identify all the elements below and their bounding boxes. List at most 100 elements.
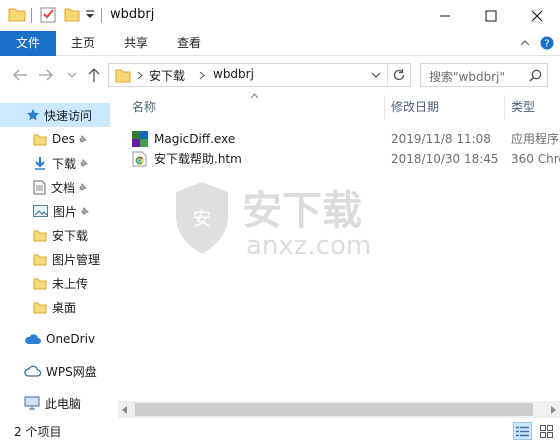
- file-name: 安下载帮助.htm: [154, 152, 242, 166]
- file-row[interactable]: 安下载帮助.htm 2018/10/30 18:45 360 Chro: [118, 149, 560, 169]
- column-divider[interactable]: [384, 95, 385, 120]
- maximize-icon[interactable]: [468, 0, 514, 31]
- address-divider: [387, 64, 388, 86]
- nav-item-onedrive[interactable]: OneDriv: [0, 327, 112, 351]
- file-modified-date: 2018/10/30 18:45: [391, 152, 499, 166]
- nav-item-label: WPS网盘: [46, 364, 97, 379]
- breadcrumb-segment[interactable]: wbdbrj: [213, 67, 254, 81]
- nav-item-wps-drive[interactable]: WPS网盘: [0, 359, 112, 383]
- address-history-dropdown-icon[interactable]: [371, 72, 381, 79]
- folder-icon: [33, 301, 47, 314]
- document-icon: [33, 180, 46, 195]
- search-placeholder: 搜索"wbdbrj": [429, 70, 505, 84]
- nav-item-label: 下载: [52, 156, 77, 171]
- picture-icon: [33, 205, 48, 217]
- new-folder-icon[interactable]: [64, 6, 80, 22]
- nav-item-label: 桌面: [52, 300, 77, 315]
- nav-item-pictures[interactable]: 图片: [0, 199, 112, 223]
- folder-icon: [33, 229, 47, 242]
- recent-locations-chevron-icon[interactable]: [62, 65, 82, 85]
- scroll-right-icon[interactable]: [550, 406, 556, 414]
- nav-item-label: 快速访问: [44, 108, 93, 123]
- back-arrow-icon[interactable]: [10, 65, 30, 85]
- breadcrumb-chevron-icon[interactable]: [199, 71, 205, 80]
- column-header-type[interactable]: 类型: [511, 95, 535, 120]
- toolbar-separator: [31, 8, 32, 23]
- nav-item-label: 图片管理: [52, 252, 101, 267]
- close-icon[interactable]: [514, 0, 560, 31]
- refresh-icon[interactable]: [392, 68, 406, 82]
- column-header-modified[interactable]: 修改日期: [391, 95, 439, 120]
- svg-text:安: 安: [193, 209, 211, 230]
- nav-pane-scrollbar[interactable]: [110, 95, 118, 418]
- address-bar[interactable]: 安下载 wbdbrj: [108, 63, 411, 87]
- nav-item-quick-access[interactable]: 快速访问: [0, 103, 112, 127]
- column-header-name[interactable]: 名称: [132, 95, 156, 120]
- tab-share[interactable]: 共享: [112, 31, 160, 56]
- tab-view[interactable]: 查看: [165, 31, 213, 56]
- properties-icon[interactable]: [40, 6, 56, 23]
- nav-item-label: 安下载: [52, 228, 89, 243]
- tab-file[interactable]: 文件: [0, 31, 56, 56]
- navigation-pane: 快速访问 Des 下载 文档 图片 安下载 图片管理 未上传 桌面 OneDri…: [0, 95, 112, 417]
- folder-icon: [33, 253, 47, 266]
- horizontal-scrollbar[interactable]: [118, 401, 560, 418]
- nav-item-label: 此电脑: [45, 396, 82, 411]
- nav-item-label: 未上传: [52, 276, 89, 291]
- nav-item-label: 图片: [53, 204, 78, 219]
- minimize-icon[interactable]: [422, 0, 468, 31]
- search-icon[interactable]: [529, 69, 542, 82]
- tab-home[interactable]: 主页: [59, 31, 107, 56]
- watermark-logo: 安 安下载 anxz.com: [172, 180, 402, 260]
- help-icon[interactable]: ?: [540, 36, 554, 50]
- folder-icon: [33, 133, 47, 146]
- star-icon: [26, 108, 40, 122]
- pin-icon: [78, 182, 87, 192]
- window-title: wbdbrj: [110, 7, 155, 22]
- file-row[interactable]: MagicDiff.exe 2019/11/8 11:08 应用程序: [118, 129, 560, 149]
- pin-icon: [80, 206, 89, 216]
- item-count: 2 个项目: [14, 425, 62, 439]
- cloud-icon: [24, 333, 41, 345]
- nav-item-label: Des: [52, 132, 75, 146]
- forward-arrow-icon[interactable]: [36, 65, 56, 85]
- nav-item-documents[interactable]: 文档: [0, 175, 112, 199]
- breadcrumb-chevron-icon[interactable]: [137, 71, 143, 80]
- nav-item-anxiazai[interactable]: 安下载: [0, 223, 112, 247]
- ribbon-expand-icon[interactable]: [520, 39, 530, 47]
- folder-icon: [33, 277, 47, 290]
- watermark-text: 安下载: [242, 188, 362, 234]
- large-icons-view-icon[interactable]: [537, 423, 555, 440]
- breadcrumb-segment[interactable]: 安下载: [149, 67, 185, 84]
- nav-item-picture-manager[interactable]: 图片管理: [0, 247, 112, 271]
- folder-icon: [8, 6, 26, 22]
- pin-icon: [79, 158, 88, 168]
- scrollbar-thumb[interactable]: [135, 403, 533, 416]
- nav-item-not-uploaded[interactable]: 未上传: [0, 271, 112, 295]
- details-view-icon[interactable]: [513, 422, 532, 440]
- folder-icon: [115, 68, 131, 83]
- title-bar: wbdbrj: [0, 0, 560, 31]
- exe-icon: [132, 131, 148, 147]
- address-row: 安下载 wbdbrj 搜索"wbdbrj": [0, 57, 560, 93]
- pin-icon: [78, 134, 87, 144]
- nav-item-desktop[interactable]: 桌面: [0, 295, 112, 319]
- svg-text:?: ?: [544, 39, 549, 50]
- file-name: MagicDiff.exe: [154, 132, 236, 146]
- cloud-outline-icon: [24, 365, 41, 377]
- file-type: 360 Chro: [511, 152, 560, 166]
- computer-icon: [24, 396, 40, 410]
- quick-access-dropdown-icon[interactable]: [85, 8, 95, 20]
- nav-item-downloads[interactable]: 下载: [0, 151, 112, 175]
- column-divider[interactable]: [504, 95, 505, 120]
- nav-item-desktop-pinned[interactable]: Des: [0, 127, 112, 151]
- download-icon: [33, 156, 47, 170]
- up-arrow-icon[interactable]: [84, 65, 104, 85]
- sort-ascending-icon: [250, 93, 259, 99]
- nav-item-this-pc[interactable]: 此电脑: [0, 391, 112, 415]
- file-modified-date: 2019/11/8 11:08: [391, 132, 491, 146]
- toolbar-separator: [101, 8, 102, 23]
- search-input[interactable]: 搜索"wbdbrj": [420, 63, 548, 87]
- scroll-left-icon[interactable]: [122, 406, 128, 414]
- nav-item-label: OneDriv: [46, 332, 96, 346]
